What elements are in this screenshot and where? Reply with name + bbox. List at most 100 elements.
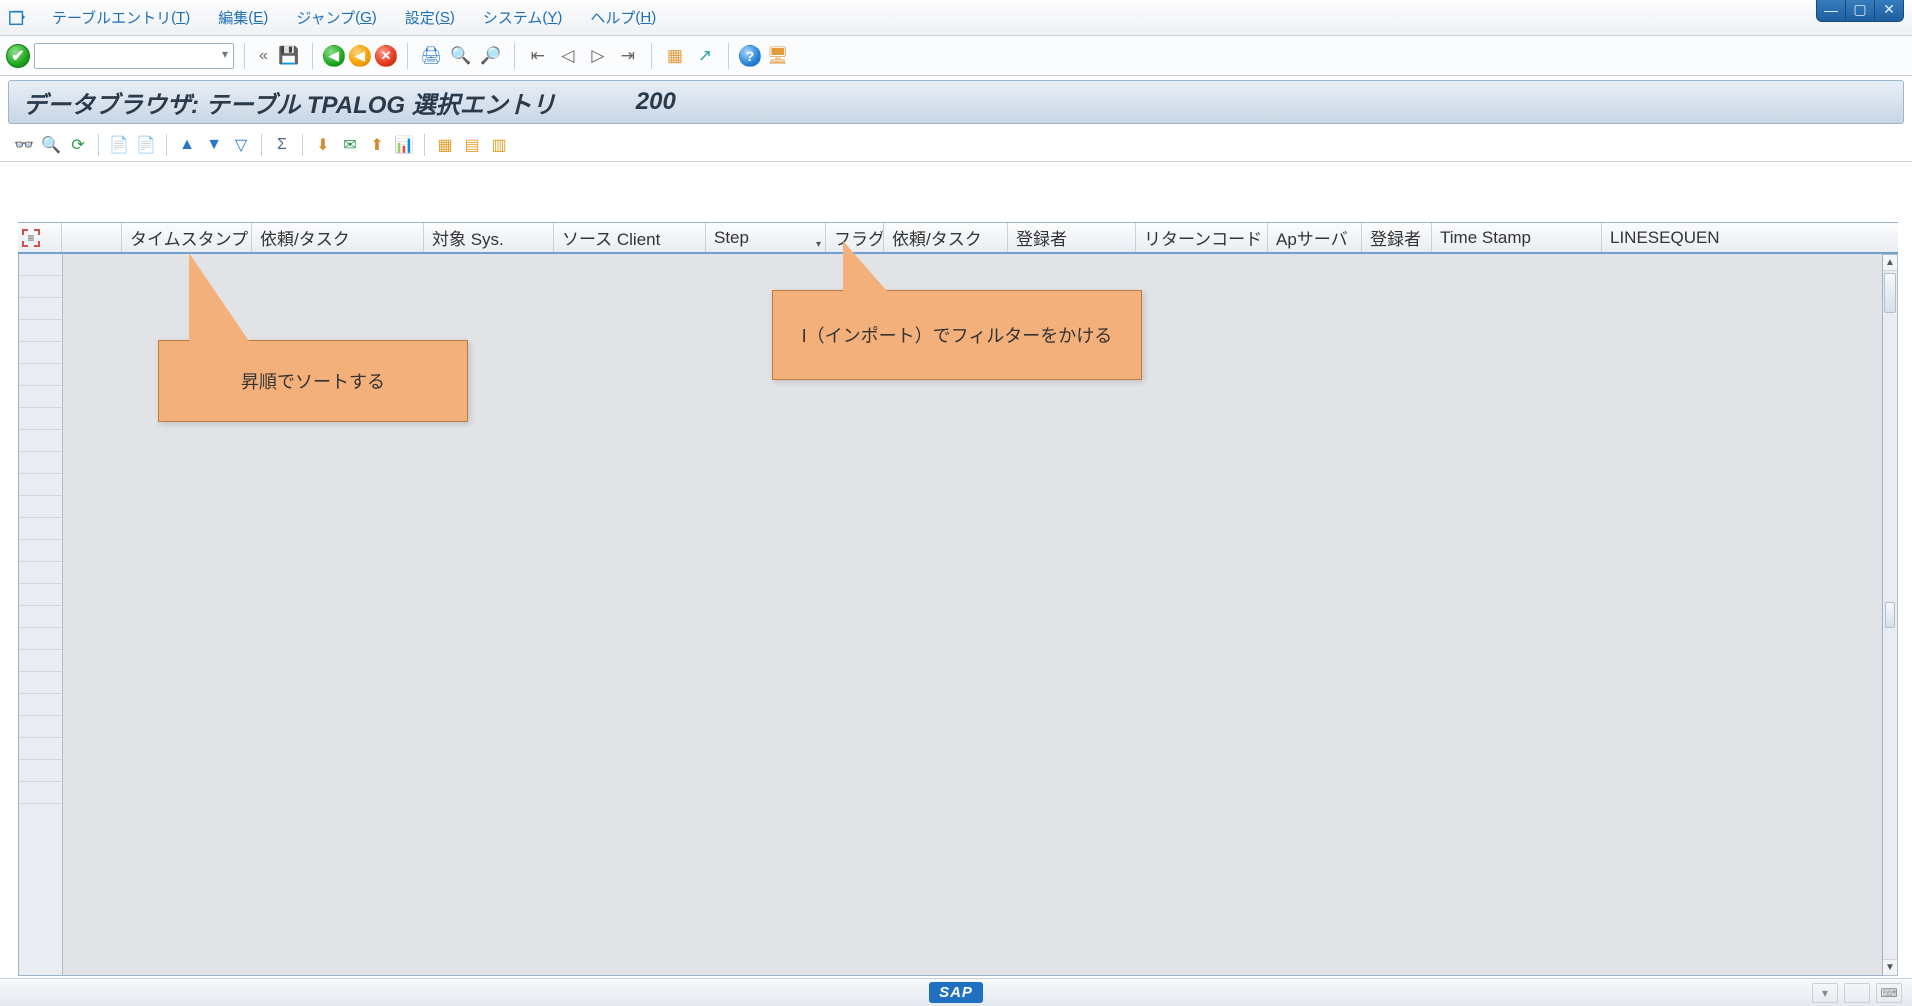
row-selector[interactable] — [19, 496, 62, 518]
context-menu-icon[interactable] — [6, 7, 28, 29]
enter-button[interactable]: ✔ — [6, 44, 30, 68]
row-selector[interactable] — [19, 606, 62, 628]
row-selector[interactable] — [19, 628, 62, 650]
row-selector[interactable] — [19, 738, 62, 760]
status-cell[interactable]: ▾ — [1812, 983, 1838, 1003]
column-apserver[interactable]: Apサーバ — [1268, 223, 1362, 252]
sort-desc-icon[interactable]: ▼ — [202, 133, 226, 157]
back-button[interactable]: ◀ — [323, 45, 345, 67]
row-selector[interactable] — [19, 452, 62, 474]
row-selector[interactable] — [19, 716, 62, 738]
graphics-icon[interactable]: 📊 — [392, 133, 416, 157]
column-source-client[interactable]: ソース Client — [554, 223, 706, 252]
scroll-up-icon[interactable]: ▲ — [1883, 255, 1897, 271]
row-selector[interactable] — [19, 320, 62, 342]
first-page-button[interactable]: ⇤ — [525, 43, 551, 69]
minimize-button[interactable]: — — [1816, 0, 1846, 22]
menu-help[interactable]: ヘルプ(H) — [576, 0, 670, 35]
row-selector[interactable] — [19, 254, 62, 276]
column-trkorr2[interactable]: 依頼/タスク — [884, 223, 1008, 252]
create-icon[interactable]: 📄 — [107, 133, 131, 157]
check-icon[interactable]: 👓 — [12, 133, 36, 157]
menu-system[interactable]: システム(Y) — [469, 0, 577, 35]
row-selector[interactable] — [19, 562, 62, 584]
row-selector[interactable] — [19, 386, 62, 408]
column-trkorr[interactable]: 依頼/タスク — [252, 223, 424, 252]
scrollbar-grip[interactable] — [1885, 602, 1895, 628]
new-session-button[interactable]: ▦ — [662, 43, 688, 69]
layout-change-icon[interactable]: ▤ — [460, 133, 484, 157]
detail-icon[interactable]: 🔍 — [39, 133, 63, 157]
row-selector[interactable] — [19, 342, 62, 364]
history-back-icon[interactable]: « — [255, 47, 272, 65]
menu-edit[interactable]: 編集(E) — [204, 0, 282, 35]
menu-settings[interactable]: 設定(S) — [391, 0, 469, 35]
maximize-button[interactable]: ▢ — [1845, 0, 1875, 22]
local-layout-button[interactable]: 🖥 — [765, 43, 791, 69]
status-cell[interactable] — [1844, 983, 1870, 1003]
mail-icon[interactable]: ✉ — [338, 133, 362, 157]
total-icon[interactable]: Σ — [270, 133, 294, 157]
export-excel-icon[interactable]: ⬆ — [365, 133, 389, 157]
row-selector[interactable] — [19, 584, 62, 606]
prev-page-button[interactable]: ◁ — [555, 43, 581, 69]
column-timestamp[interactable]: タイムスタンプ — [122, 223, 252, 252]
row-selector[interactable] — [19, 364, 62, 386]
vertical-scrollbar[interactable]: ▲ ▼ — [1883, 254, 1898, 976]
filter-icon[interactable]: ▽ — [229, 133, 253, 157]
last-page-button[interactable]: ⇥ — [615, 43, 641, 69]
separator — [302, 134, 303, 156]
row-selector[interactable] — [19, 518, 62, 540]
download-icon[interactable]: ⬇ — [311, 133, 335, 157]
row-selector[interactable] — [19, 408, 62, 430]
close-button[interactable]: ✕ — [1874, 0, 1904, 22]
row-header-spacer — [62, 223, 122, 252]
annotation-filter-text: I（インポート）でフィルターをかける — [802, 322, 1113, 348]
export-icon[interactable]: 📄 — [134, 133, 158, 157]
row-selector[interactable] — [19, 650, 62, 672]
exit-button[interactable]: ◀ — [349, 45, 371, 67]
help-button[interactable]: ? — [739, 45, 761, 67]
layout-grid-icon[interactable]: ▦ — [433, 133, 457, 157]
find-button[interactable]: 🔍 — [448, 43, 474, 69]
scroll-down-icon[interactable]: ▼ — [1883, 959, 1897, 975]
row-selector[interactable] — [19, 276, 62, 298]
next-page-button[interactable]: ▷ — [585, 43, 611, 69]
column-linesequen[interactable]: LINESEQUEN — [1602, 223, 1742, 252]
row-selector[interactable] — [19, 298, 62, 320]
status-cell[interactable]: ⌨ — [1876, 983, 1902, 1003]
row-selector[interactable] — [19, 782, 62, 804]
row-selector[interactable] — [19, 694, 62, 716]
sort-asc-icon[interactable]: ▲ — [175, 133, 199, 157]
column-timestamp2[interactable]: Time Stamp — [1432, 223, 1602, 252]
sap-logo: SAP — [929, 982, 983, 1003]
refresh-icon[interactable]: ⟳ — [66, 133, 90, 157]
menu-table-entry[interactable]: テーブルエントリ(T) — [38, 0, 204, 35]
column-step[interactable]: Step▾ — [706, 223, 826, 252]
row-selector[interactable] — [19, 430, 62, 452]
annotation-filter: I（インポート）でフィルターをかける — [772, 290, 1142, 380]
print-button[interactable]: 🖨 — [418, 43, 444, 69]
menu-goto[interactable]: ジャンプ(G) — [282, 0, 390, 35]
save-button[interactable]: 💾 — [276, 43, 302, 69]
column-user2[interactable]: 登録者 — [1362, 223, 1432, 252]
annotation-sort: 昇順でソートする — [158, 340, 468, 422]
select-all-icon[interactable]: ≡ — [22, 229, 40, 247]
find-next-button[interactable]: 🔎 — [478, 43, 504, 69]
command-field[interactable] — [34, 43, 234, 69]
select-all-column[interactable]: ≡ — [18, 223, 62, 252]
column-target-sys[interactable]: 対象 Sys. — [424, 223, 554, 252]
row-selector[interactable] — [19, 540, 62, 562]
column-returncode[interactable]: リターンコード — [1136, 223, 1268, 252]
generate-shortcut-button[interactable]: ↗ — [692, 43, 718, 69]
row-selector[interactable] — [19, 672, 62, 694]
scrollbar-thumb[interactable] — [1884, 273, 1896, 313]
cancel-button[interactable]: ✕ — [375, 45, 397, 67]
separator — [261, 134, 262, 156]
row-selector[interactable] — [19, 760, 62, 782]
window-controls: — ▢ ✕ — [1817, 0, 1904, 22]
column-user[interactable]: 登録者 — [1008, 223, 1136, 252]
row-selector[interactable] — [19, 474, 62, 496]
separator — [651, 43, 652, 69]
layout-select-icon[interactable]: ▥ — [487, 133, 511, 157]
